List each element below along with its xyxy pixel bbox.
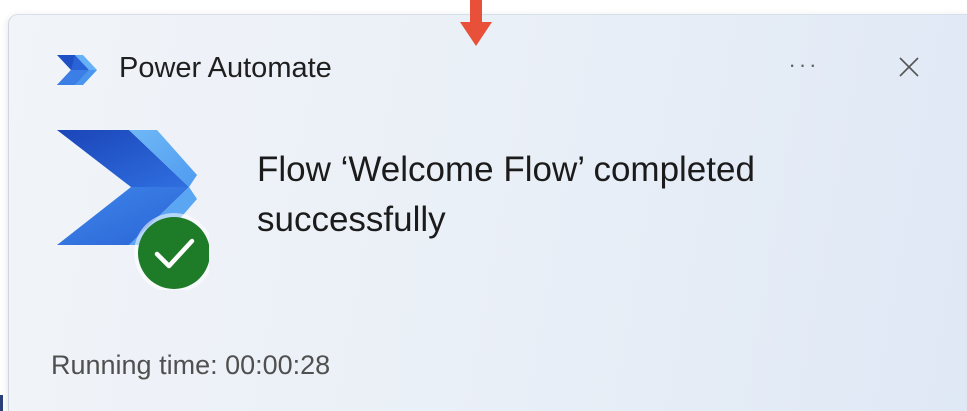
power-automate-logo-icon xyxy=(57,55,97,85)
red-arrow-pointer-icon xyxy=(460,0,492,46)
notification-message: Flow ‘Welcome Flow’ completed successful… xyxy=(257,150,755,239)
power-automate-large-icon xyxy=(57,130,209,290)
more-options-button[interactable]: ··· xyxy=(779,45,829,85)
toast-notification[interactable]: Power Automate ··· Flow ‘Welcome Flow’ c… xyxy=(8,14,967,411)
app-name: Power Automate xyxy=(119,52,332,84)
screen: Power Automate ··· Flow ‘Welcome Flow’ c… xyxy=(0,0,967,411)
background-window-edge xyxy=(0,395,3,411)
running-time-label: Running time: 00:00:28 xyxy=(51,350,331,380)
close-button[interactable] xyxy=(889,47,929,87)
close-icon xyxy=(899,57,919,77)
